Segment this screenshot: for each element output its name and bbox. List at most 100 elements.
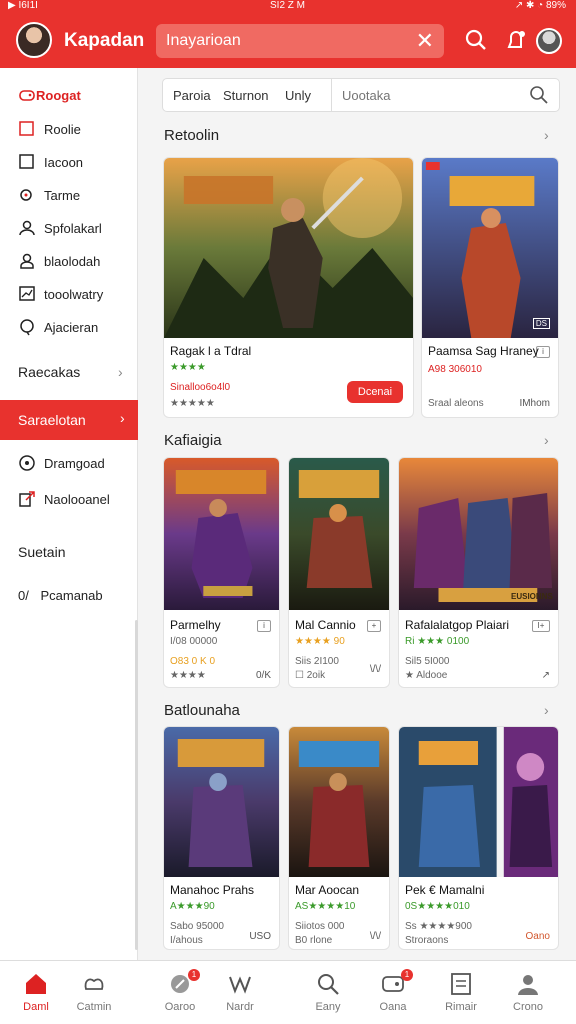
sidebar-section-3[interactable]: 0/ Pcamanab bbox=[18, 588, 103, 603]
card-meta-right: \/\/ bbox=[369, 931, 381, 942]
sidebar-item-3[interactable]: Tarme bbox=[0, 180, 138, 210]
card-rating: Ri ★★★ 0100 bbox=[405, 636, 470, 647]
tab-filter-1[interactable]: Paroia bbox=[173, 88, 211, 103]
nav-label: Rimair bbox=[445, 1001, 477, 1013]
nav-item-8[interactable]: Crono bbox=[492, 961, 564, 1024]
close-icon[interactable]: ✕ bbox=[416, 28, 434, 54]
sidebar-scrollbar[interactable] bbox=[135, 620, 138, 950]
card-meta-right: \/\/ bbox=[369, 664, 381, 675]
game-artwork bbox=[164, 158, 413, 338]
sidebar-section-2[interactable]: Suetain bbox=[18, 544, 65, 560]
filter-search-input[interactable] bbox=[342, 86, 522, 104]
card-meta: Siiotos 000 bbox=[295, 921, 345, 932]
notification-badge: 1 bbox=[401, 969, 413, 981]
card-title: Pek € Mamalni bbox=[405, 883, 485, 897]
card-rating: AS★★★★10 bbox=[295, 901, 356, 912]
game-artwork bbox=[289, 458, 389, 610]
sidebar-item-label: Naolooanel bbox=[44, 492, 110, 507]
card-meta-2: ☐ 2oik bbox=[295, 670, 326, 681]
status-clock: SI2 Z M bbox=[270, 0, 306, 11]
home-icon bbox=[26, 974, 46, 994]
game-artwork bbox=[289, 727, 389, 877]
bottom-nav: Daml Catmin 1 Oaroo Nardr Eany 1 Oana Ri… bbox=[0, 960, 576, 1024]
document-icon bbox=[451, 973, 471, 995]
nav-item-7[interactable]: Rimair bbox=[425, 961, 497, 1024]
card-meta: Sabo 95000 bbox=[170, 921, 224, 932]
card-price: O83 0 K 0 bbox=[170, 656, 216, 667]
search-input[interactable] bbox=[166, 30, 406, 52]
header-search[interactable]: ✕ bbox=[156, 24, 444, 58]
sidebar-item-4[interactable]: Spfolakarl bbox=[0, 213, 138, 243]
card-price: Sinalloo6o4l0 bbox=[170, 382, 231, 393]
game-card[interactable]: + Mal Cannio ★★★★ 90 Siis 2I100 ☐ 2oik \… bbox=[288, 457, 390, 688]
status-right: ↗ ✱ ◔ 89% bbox=[514, 0, 566, 11]
nav-label: Nardr bbox=[226, 1001, 254, 1013]
card-rating: 0S★★★★010 bbox=[405, 901, 470, 912]
card-title: Manahoc Prahs bbox=[170, 883, 255, 897]
mm-icon bbox=[229, 976, 251, 994]
sidebar-section-prefix: 0/ bbox=[18, 588, 29, 603]
card-meta-2: B0 rlone bbox=[295, 935, 333, 946]
chevron-right-icon[interactable]: › bbox=[544, 432, 549, 448]
card-action-button[interactable]: Dcenai bbox=[347, 381, 403, 403]
card-meta-right: Oano bbox=[525, 931, 550, 942]
sidebar-item-label: Tarme bbox=[44, 188, 81, 203]
profile-avatar[interactable] bbox=[536, 28, 562, 54]
sidebar-item-label: Iacoon bbox=[44, 155, 84, 170]
card-title: Paamsa Sag Hraney bbox=[428, 344, 539, 358]
sidebar-item-7[interactable]: Ajacieran bbox=[0, 312, 138, 342]
sidebar-item-2[interactable]: Iacoon bbox=[0, 147, 138, 177]
sidebar-section-label: Pcamanab bbox=[40, 588, 103, 603]
controller-icon bbox=[84, 978, 104, 990]
chart-icon bbox=[19, 286, 35, 301]
game-card[interactable]: Ragak l a Tdral ★★★★ Sinalloo6o4l0 ★★★★★… bbox=[163, 157, 414, 418]
nav-item-2[interactable]: Catmin bbox=[58, 961, 130, 1024]
avatar[interactable] bbox=[16, 22, 52, 58]
card-title: Rafalalatgop Plaiari bbox=[405, 618, 510, 632]
card-meta-2: ★ Aldooe bbox=[405, 670, 448, 681]
chevron-right-icon[interactable]: › bbox=[544, 127, 549, 143]
card-title: Mar Aoocan bbox=[295, 883, 360, 897]
game-card[interactable]: i Paamsa Sag Hraney A98 306010 Sraal ale… bbox=[421, 157, 559, 418]
search-icon bbox=[318, 974, 339, 995]
sidebar-item-5[interactable]: blaolodah bbox=[0, 246, 138, 276]
sidebar-item-selected[interactable]: Saraelotan › bbox=[0, 400, 138, 440]
card-meta-right: IMhom bbox=[519, 398, 550, 409]
bell-icon[interactable] bbox=[504, 28, 528, 52]
location-icon bbox=[20, 319, 34, 336]
card-rating: ★★★★ 90 bbox=[295, 636, 345, 647]
search-icon[interactable] bbox=[464, 28, 488, 52]
sidebar-item-label: Dramgoad bbox=[44, 456, 105, 471]
search-icon[interactable] bbox=[529, 85, 549, 105]
filter-search[interactable] bbox=[331, 79, 559, 111]
section-title: Kafiaigia bbox=[164, 432, 222, 449]
app-header: ▶ I6I1I SI2 Z M ↗ ✱ ◔ 89% Kapadan ✕ bbox=[0, 0, 576, 68]
game-card[interactable]: EUSIONNS I+ Rafalalatgop Plaiari Ri ★★★ … bbox=[398, 457, 559, 688]
sidebar-item-label: blaolodah bbox=[44, 254, 101, 269]
user-icon bbox=[19, 220, 35, 236]
game-card[interactable]: Manahoc Prahs A★★★90 Sabo 95000 I/ahous … bbox=[163, 726, 280, 950]
sidebar-section-label: Suetain bbox=[18, 544, 66, 560]
sidebar-item-9[interactable]: Naolooanel bbox=[0, 484, 138, 514]
card-tag: EUSIONNS bbox=[511, 592, 553, 601]
sidebar-item-1[interactable]: Roolie bbox=[0, 114, 138, 144]
nav-item-5[interactable]: Eany bbox=[292, 961, 364, 1024]
tab-filter-2[interactable]: Sturnon bbox=[223, 88, 269, 103]
key-icon bbox=[20, 189, 32, 201]
game-artwork bbox=[164, 458, 279, 610]
card-meta: Sil5 5I000 bbox=[405, 656, 450, 667]
sidebar-section-1[interactable]: Raecakas › bbox=[18, 364, 123, 380]
nav-item-6[interactable]: 1 Oana bbox=[357, 961, 429, 1024]
sidebar-item-8[interactable]: Dramgoad bbox=[0, 448, 138, 478]
game-card[interactable]: i Parmelhy I/08 00000 O83 0 K 0 ★★★★ 0/K bbox=[163, 457, 280, 688]
game-card[interactable]: Mar Aoocan AS★★★★10 Siiotos 000 B0 rlone… bbox=[288, 726, 390, 950]
chevron-right-icon[interactable]: › bbox=[544, 702, 549, 718]
nav-item-4[interactable]: Nardr bbox=[204, 961, 276, 1024]
game-card[interactable]: Pek € Mamalni 0S★★★★010 Ss ★★★★900 Stror… bbox=[398, 726, 559, 950]
card-meta: Sraal aleons bbox=[428, 398, 484, 409]
tab-filter-3[interactable]: Unly bbox=[285, 88, 311, 103]
sidebar-item-top[interactable]: Roogat bbox=[0, 80, 138, 110]
card-rating: A★★★90 bbox=[170, 901, 215, 912]
sidebar-item-label: Saraelotan bbox=[18, 412, 86, 428]
sidebar-item-6[interactable]: tooolwatry bbox=[0, 279, 138, 309]
